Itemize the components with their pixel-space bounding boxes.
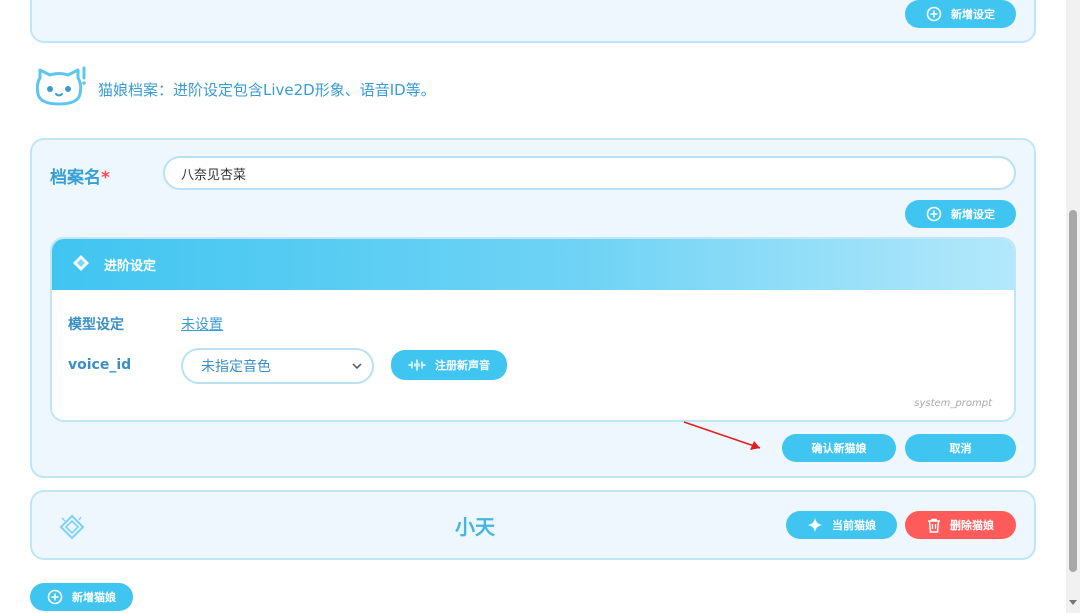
add-setting-label: 新增设定	[951, 208, 995, 221]
advanced-settings-title: 进阶设定	[104, 259, 157, 274]
model-setting-label: 模型设定	[68, 317, 124, 333]
character-card: 小天 当前猫娘 删除猫娘	[30, 490, 1036, 560]
trash-icon	[927, 518, 941, 533]
profile-name-label: 档案名*	[50, 168, 110, 188]
delete-catgirl-button[interactable]: 删除猫娘	[905, 511, 1016, 539]
scroll-down-arrow-icon[interactable]	[1069, 600, 1077, 605]
advanced-settings-panel: 进阶设定 模型设定 未设置 voice_id 未指定音色 注册新声音 syste…	[50, 237, 1016, 422]
required-mark: *	[101, 168, 110, 188]
confirm-label: 确认新猫娘	[811, 442, 867, 455]
add-setting-label: 新增设定	[951, 8, 995, 21]
add-catgirl-button[interactable]: 新增猫娘	[30, 583, 133, 611]
chevron-down-icon	[352, 361, 362, 372]
sparkle-icon	[807, 517, 823, 533]
current-catgirl-label: 当前猫娘	[832, 519, 876, 532]
scrollbar-thumb[interactable]	[1069, 210, 1077, 572]
previous-profile-card: 新增设定	[30, 0, 1036, 43]
model-setting-link[interactable]: 未设置	[181, 314, 223, 334]
system-prompt-hint: system_prompt	[914, 398, 992, 409]
add-setting-button[interactable]: 新增设定	[905, 200, 1016, 228]
diamond-icon	[72, 254, 90, 276]
plus-circle-icon	[926, 6, 942, 22]
current-catgirl-button[interactable]: 当前猫娘	[786, 511, 897, 539]
catgirl-settings-page: 新增设定 猫娘档案：进阶设定包含Live2D形象、语音ID等。 档案名* 八奈见…	[0, 0, 1080, 613]
notice-row: 猫娘档案：进阶设定包含Live2D形象、语音ID等。	[35, 66, 436, 112]
add-catgirl-label: 新增猫娘	[72, 591, 116, 604]
voice-id-select[interactable]: 未指定音色	[181, 348, 374, 384]
waveform-icon	[408, 359, 426, 371]
voice-id-label: voice_id	[68, 357, 132, 373]
register-voice-button[interactable]: 注册新声音	[391, 350, 507, 380]
profile-name-input[interactable]: 八奈见杏菜	[163, 156, 1016, 190]
delete-catgirl-label: 删除猫娘	[950, 519, 994, 532]
cancel-button[interactable]: 取消	[905, 434, 1016, 462]
confirm-new-catgirl-button[interactable]: 确认新猫娘	[782, 434, 896, 462]
cat-mascot-icon	[35, 66, 88, 112]
voice-id-selected: 未指定音色	[201, 359, 271, 375]
annotation-arrow	[683, 421, 761, 450]
register-voice-label: 注册新声音	[435, 359, 490, 372]
advanced-settings-header[interactable]: 进阶设定	[52, 239, 1014, 290]
plus-circle-icon	[926, 206, 942, 222]
add-setting-button-top[interactable]: 新增设定	[905, 0, 1016, 28]
plus-circle-icon	[47, 589, 63, 605]
cancel-label: 取消	[949, 442, 972, 455]
notice-text: 猫娘档案：进阶设定包含Live2D形象、语音ID等。	[98, 80, 436, 99]
scrollbar-track[interactable]	[1066, 0, 1080, 613]
